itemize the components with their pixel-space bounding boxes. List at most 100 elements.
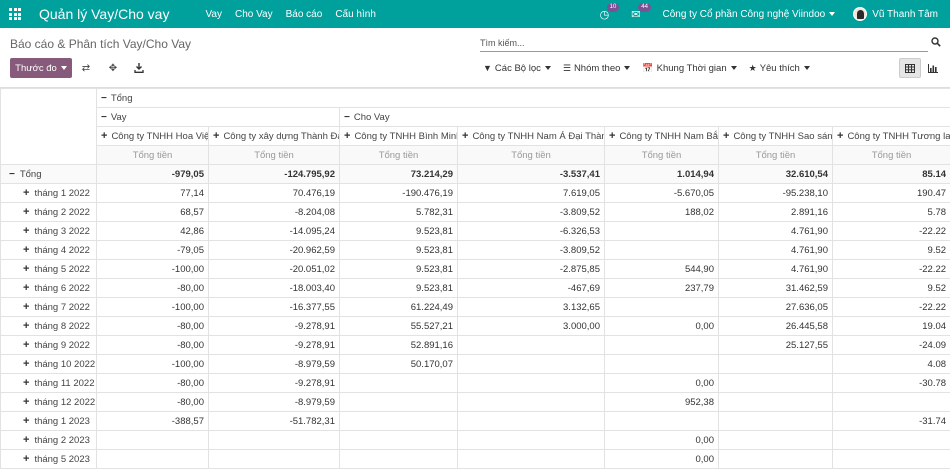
pivot-cell[interactable]: [718, 373, 833, 393]
pivot-cell[interactable]: 4.761,90: [718, 240, 833, 260]
pivot-cell[interactable]: [457, 373, 605, 393]
pivot-cell[interactable]: [718, 430, 833, 450]
user-menu[interactable]: Vũ Thanh Tâm: [872, 9, 938, 20]
pivot-cell[interactable]: -9.278,91: [208, 316, 340, 336]
measure-header[interactable]: Tổng tiền: [96, 145, 209, 165]
row-header-month[interactable]: tháng 12 2022: [0, 392, 97, 412]
pivot-cell[interactable]: -100,00: [96, 297, 209, 317]
pivot-cell[interactable]: [718, 449, 833, 469]
pivot-cell[interactable]: 0,00: [604, 430, 719, 450]
pivot-cell[interactable]: 25.127,55: [718, 335, 833, 355]
pivot-cell[interactable]: [604, 297, 719, 317]
pivot-cell[interactable]: [718, 392, 833, 412]
pivot-cell[interactable]: 4.08: [831, 354, 950, 374]
pivot-cell[interactable]: [208, 449, 340, 469]
pivot-cell[interactable]: -80,00: [96, 373, 209, 393]
measure-header[interactable]: Tổng tiền: [604, 145, 719, 165]
pivot-cell[interactable]: -9.278,91: [208, 335, 340, 355]
pivot-cell[interactable]: 9.523,81: [339, 221, 458, 241]
row-header-month[interactable]: tháng 2 2023: [0, 430, 97, 450]
pivot-cell[interactable]: 0,00: [604, 373, 719, 393]
row-header-month[interactable]: tháng 5 2022: [0, 259, 97, 279]
pivot-cell[interactable]: [457, 449, 605, 469]
pivot-cell[interactable]: 9.523,81: [339, 240, 458, 260]
pivot-cell[interactable]: [831, 449, 950, 469]
col-header-cho-vay[interactable]: Cho Vay: [338, 107, 950, 127]
pivot-cell[interactable]: 9.523,81: [339, 259, 458, 279]
pivot-cell[interactable]: [831, 392, 950, 412]
pivot-cell[interactable]: -5.670,05: [604, 183, 719, 203]
avatar[interactable]: [853, 7, 868, 21]
col-header-company[interactable]: Công ty TNHH Nam Á Đại Thành: [457, 126, 605, 146]
pivot-cell[interactable]: -24.09: [831, 335, 950, 355]
pivot-cell[interactable]: [604, 221, 719, 241]
pivot-cell[interactable]: 27.636,05: [718, 297, 833, 317]
pivot-cell[interactable]: 3.132,65: [457, 297, 605, 317]
pivot-cell[interactable]: 7.619,05: [457, 183, 605, 203]
pivot-cell[interactable]: [831, 430, 950, 450]
row-header-month[interactable]: tháng 1 2023: [0, 411, 97, 431]
pivot-cell[interactable]: [457, 411, 605, 431]
pivot-cell[interactable]: 3.000,00: [457, 316, 605, 336]
pivot-cell[interactable]: 26.445,58: [718, 316, 833, 336]
pivot-cell[interactable]: [96, 449, 209, 469]
menu-vay[interactable]: Vay: [205, 9, 222, 20]
pivot-cell[interactable]: -80,00: [96, 316, 209, 336]
pivot-cell[interactable]: -14.095,24: [208, 221, 340, 241]
pivot-cell[interactable]: -190.476,19: [339, 183, 458, 203]
measure-header[interactable]: Tổng tiền: [831, 145, 950, 165]
pivot-cell[interactable]: -3.809,52: [457, 240, 605, 260]
pivot-cell[interactable]: -30.78: [831, 373, 950, 393]
pivot-cell[interactable]: 544,90: [604, 259, 719, 279]
pivot-cell[interactable]: [339, 449, 458, 469]
pivot-cell[interactable]: [604, 354, 719, 374]
menu-cho-vay[interactable]: Cho Vay: [235, 9, 273, 20]
row-header-month[interactable]: tháng 8 2022: [0, 316, 97, 336]
col-header-company[interactable]: Công ty TNHH Tương lai s: [831, 126, 950, 146]
pivot-cell[interactable]: 52.891,16: [339, 335, 458, 355]
row-header-month[interactable]: tháng 11 2022: [0, 373, 97, 393]
row-header-month[interactable]: tháng 5 2023: [0, 449, 97, 469]
pivot-cell[interactable]: [208, 430, 340, 450]
pivot-cell[interactable]: -20.051,02: [208, 259, 340, 279]
row-header-total[interactable]: Tổng: [0, 164, 97, 184]
pivot-cell[interactable]: 1.014,94: [604, 164, 719, 184]
pivot-cell[interactable]: -467,69: [457, 278, 605, 298]
pivot-cell[interactable]: -22.22: [831, 221, 950, 241]
row-header-month[interactable]: tháng 7 2022: [0, 297, 97, 317]
pivot-cell[interactable]: [457, 335, 605, 355]
pivot-cell[interactable]: 188,02: [604, 202, 719, 222]
apps-menu-icon[interactable]: [0, 0, 30, 28]
col-header-company[interactable]: Công ty xây dựng Thành Đạt: [208, 126, 340, 146]
pivot-cell[interactable]: 4.761,90: [718, 221, 833, 241]
measure-header[interactable]: Tổng tiền: [208, 145, 340, 165]
graph-view-button[interactable]: [922, 58, 944, 78]
pivot-cell[interactable]: 952,38: [604, 392, 719, 412]
pivot-cell[interactable]: 70.476,19: [208, 183, 340, 203]
col-header-company[interactable]: Công ty TNHH Hoa Việt: [96, 126, 209, 146]
pivot-cell[interactable]: 4.761,90: [718, 259, 833, 279]
pivot-cell[interactable]: -79,05: [96, 240, 209, 260]
flip-axis-button[interactable]: ⇄: [78, 60, 94, 76]
pivot-cell[interactable]: 61.224,49: [339, 297, 458, 317]
row-header-month[interactable]: tháng 9 2022: [0, 335, 97, 355]
messages-button[interactable]: ✉ 44: [631, 2, 651, 21]
pivot-cell[interactable]: -95.238,10: [718, 183, 833, 203]
pivot-cell[interactable]: 0,00: [604, 316, 719, 336]
col-header-company[interactable]: Công ty TNHH Sao sáng: [718, 126, 833, 146]
col-header-company[interactable]: Công ty TNHH Nam Bắc: [604, 126, 719, 146]
menu-bao-cao[interactable]: Báo cáo: [286, 9, 323, 20]
pivot-cell[interactable]: -100,00: [96, 259, 209, 279]
pivot-cell[interactable]: 5.782,31: [339, 202, 458, 222]
pivot-cell[interactable]: [339, 430, 458, 450]
pivot-cell[interactable]: -6.326,53: [457, 221, 605, 241]
pivot-cell[interactable]: -2.875,85: [457, 259, 605, 279]
pivot-cell[interactable]: 68,57: [96, 202, 209, 222]
row-header-month[interactable]: tháng 6 2022: [0, 278, 97, 298]
pivot-cell[interactable]: [339, 411, 458, 431]
pivot-cell[interactable]: -9.278,91: [208, 373, 340, 393]
pivot-cell[interactable]: [718, 354, 833, 374]
pivot-cell[interactable]: -3.809,52: [457, 202, 605, 222]
row-header-month[interactable]: tháng 4 2022: [0, 240, 97, 260]
activity-button[interactable]: ◷ 10: [600, 2, 620, 21]
